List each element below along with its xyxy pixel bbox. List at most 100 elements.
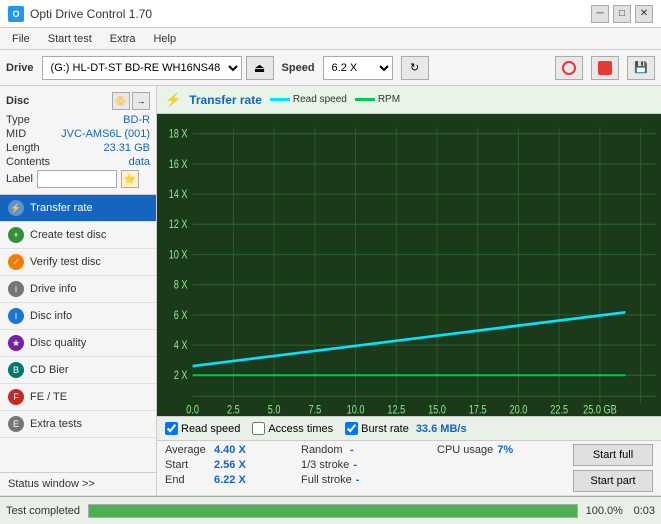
drive-combo[interactable]: (G:) HL-DT-ST BD-RE WH16NS48 1.D3 [42,56,242,80]
status-window-label: Status window >> [8,478,95,490]
speed-combo[interactable]: 6.2 X [323,56,393,80]
svg-text:17.5: 17.5 [469,403,487,416]
svg-text:25.0 GB: 25.0 GB [583,403,617,416]
label-field-label: Label [6,173,33,185]
disc-icon-btn-1[interactable]: 📀 [112,92,130,110]
start-full-button[interactable]: Start full [573,444,653,466]
refresh-button[interactable]: ↻ [401,56,429,80]
drive-info-icon: i [8,281,24,297]
nav-item-extra-tests[interactable]: E Extra tests [0,411,156,438]
settings-button[interactable] [591,56,619,80]
svg-text:8 X: 8 X [174,279,188,292]
access-times-checkbox-label: Access times [268,423,333,435]
nav-item-cd-bier[interactable]: B CD Bier [0,357,156,384]
svg-text:12 X: 12 X [169,218,188,231]
average-label: Average [165,444,210,456]
type-value: BD-R [123,114,150,126]
svg-text:18 X: 18 X [169,128,188,141]
read-speed-checkbox[interactable] [165,422,178,435]
nav-item-transfer-rate[interactable]: ⚡ Transfer rate [0,195,156,222]
nav-item-verify-test-disc[interactable]: ✓ Verify test disc [0,249,156,276]
nav-item-fe-te[interactable]: F FE / TE [0,384,156,411]
one-third-label: 1/3 stroke [301,459,349,471]
rpm-legend-color [355,98,375,101]
app-title: Opti Drive Control 1.70 [30,7,152,21]
nav-item-create-test-disc[interactable]: + Create test disc [0,222,156,249]
svg-text:2.5: 2.5 [227,403,240,416]
cpu-label: CPU usage [437,444,493,456]
nav-label-cd-bier: CD Bier [30,364,69,376]
maximize-button[interactable]: □ [613,5,631,23]
fe-te-icon: F [8,389,24,405]
chart-stats-area: ⚡ Transfer rate Read speed RPM [157,86,661,496]
chart-title: Transfer rate [189,93,262,107]
chart-svg: 18 X 16 X 14 X 12 X 10 X 8 X 6 X 4 X 2 X… [157,114,661,416]
full-stroke-value: - [356,474,391,486]
mid-label: MID [6,128,26,140]
menu-extra[interactable]: Extra [102,31,144,47]
svg-text:15.0: 15.0 [428,403,446,416]
nav-item-drive-info[interactable]: i Drive info [0,276,156,303]
nav-label-extra-tests: Extra tests [30,418,82,430]
stats-col-middle: Random - 1/3 stroke - Full stroke - [301,444,421,492]
random-row: Random - [301,444,421,456]
chart-controls: Read speed Access times Burst rate 33.6 … [157,416,661,440]
access-times-checkbox-item: Access times [252,422,333,435]
nav-label-transfer-rate: Transfer rate [30,202,93,214]
full-stroke-label: Full stroke [301,474,352,486]
nav-label-disc-quality: Disc quality [30,337,86,349]
end-value: 6.22 X [214,474,249,486]
svg-text:20.0: 20.0 [510,403,528,416]
label-input[interactable] [37,170,117,188]
start-label: Start [165,459,210,471]
burst-rate-checkbox[interactable] [345,422,358,435]
disc-section-label: Disc [6,95,29,107]
nav-item-disc-quality[interactable]: ★ Disc quality [0,330,156,357]
menu-start-test[interactable]: Start test [40,31,100,47]
average-row: Average 4.40 X [165,444,285,456]
stats-top: Average 4.40 X Start 2.56 X End 6.22 X R… [157,441,661,496]
contents-value: data [129,156,150,168]
menu-file[interactable]: File [4,31,38,47]
eject-button[interactable]: ⏏ [246,56,274,80]
menu-help[interactable]: Help [145,31,184,47]
burst-rate-value: 33.6 MB/s [416,423,467,435]
disc-panel: Disc 📀 → Type BD-R MID JVC-AMS6L (001) L… [0,86,156,195]
burst-rate-checkbox-label: Burst rate [361,423,409,435]
nav-item-disc-info[interactable]: i Disc info [0,303,156,330]
minimize-button[interactable]: ─ [591,5,609,23]
save-button[interactable]: 💾 [627,56,655,80]
close-button[interactable]: ✕ [635,5,653,23]
disc-icon-btn-2[interactable]: → [132,92,150,110]
mid-value: JVC-AMS6L (001) [61,128,150,140]
start-part-button[interactable]: Start part [573,470,653,492]
drive-label: Drive [6,62,34,74]
chart-legend: Read speed RPM [270,94,400,105]
cpu-value: 7% [497,444,532,456]
type-label: Type [6,114,30,126]
disc-button[interactable] [555,56,583,80]
svg-text:5.0: 5.0 [268,403,281,416]
svg-text:4 X: 4 X [174,339,188,352]
window-controls: ─ □ ✕ [591,5,653,23]
toolbar: Drive (G:) HL-DT-ST BD-RE WH16NS48 1.D3 … [0,50,661,86]
main-content: Disc 📀 → Type BD-R MID JVC-AMS6L (001) L… [0,86,661,496]
chart-header: ⚡ Transfer rate Read speed RPM [157,86,661,114]
svg-text:16 X: 16 X [169,158,188,171]
stats-col-right: CPU usage 7% [437,444,557,492]
nav-label-verify-test-disc: Verify test disc [30,256,101,268]
label-star-button[interactable]: ⭐ [121,170,139,188]
read-speed-legend-color [270,98,290,101]
svg-text:12.5: 12.5 [387,403,405,416]
stats-col-left: Average 4.40 X Start 2.56 X End 6.22 X [165,444,285,492]
read-speed-checkbox-item: Read speed [165,422,240,435]
burst-rate-checkbox-item: Burst rate 33.6 MB/s [345,422,466,435]
end-label: End [165,474,210,486]
length-label: Length [6,142,40,154]
read-speed-legend-label: Read speed [293,94,347,105]
create-test-disc-icon: + [8,227,24,243]
status-window-item[interactable]: Status window >> [0,473,156,496]
svg-text:10.0: 10.0 [347,403,365,416]
access-times-checkbox[interactable] [252,422,265,435]
one-third-value: - [353,459,388,471]
